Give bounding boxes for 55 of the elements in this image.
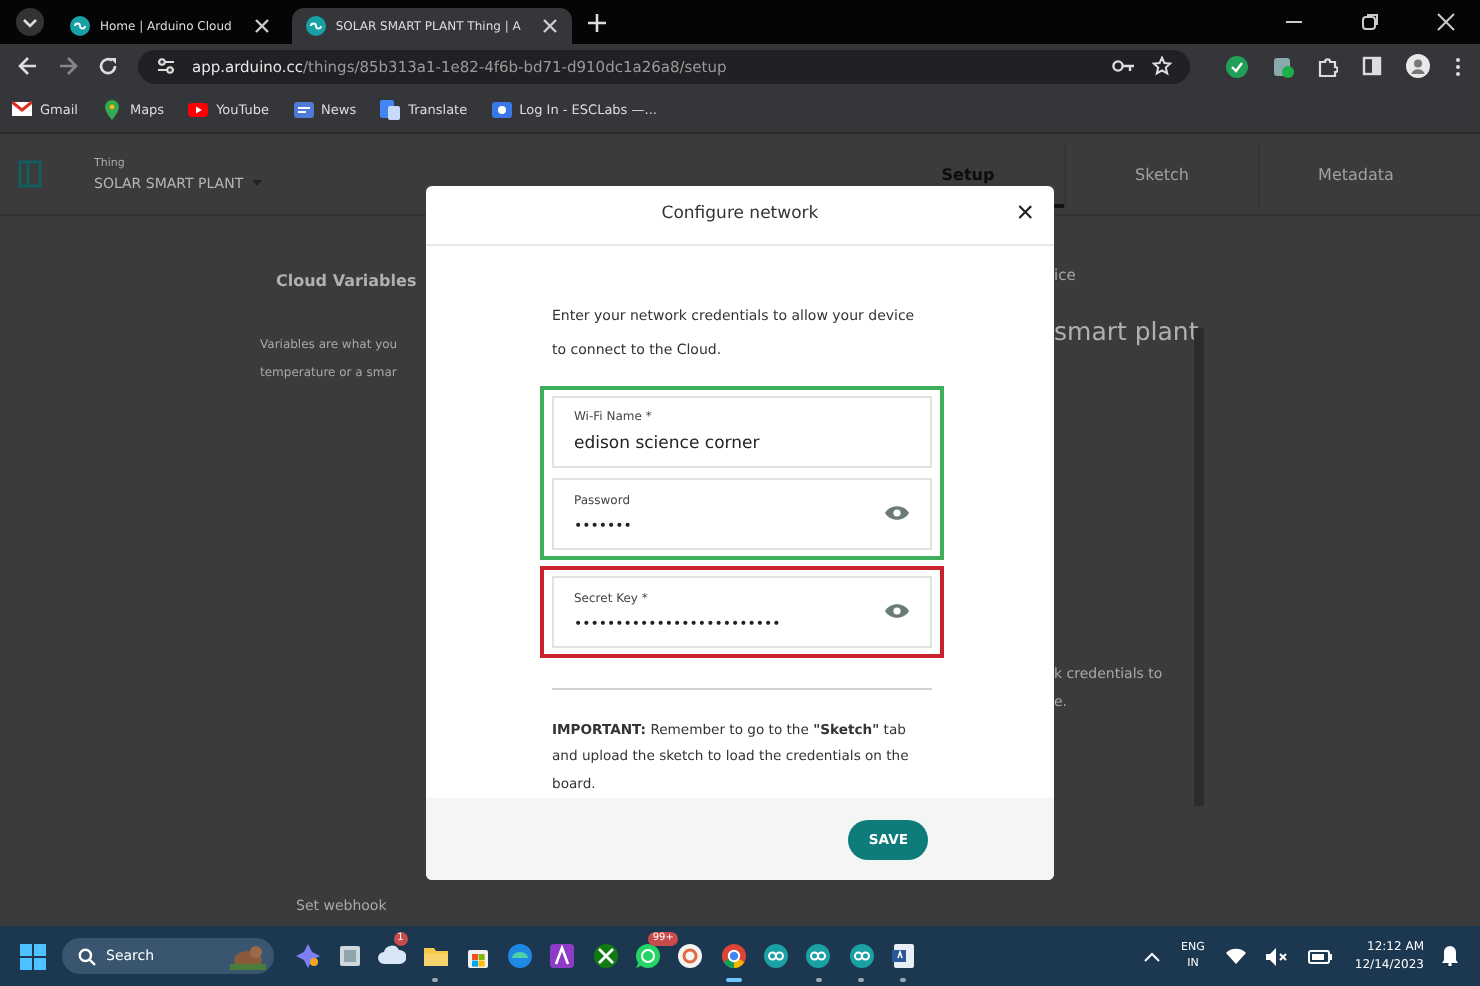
xbox-icon[interactable] (591, 942, 620, 970)
close-icon[interactable] (253, 18, 270, 34)
restore-icon[interactable] (1360, 12, 1380, 32)
section-heading: Cloud Variables (276, 272, 419, 290)
speaker-muted-icon[interactable] (1266, 947, 1289, 965)
extension-icon[interactable] (1226, 55, 1248, 77)
eye-icon[interactable] (884, 504, 910, 523)
back-icon[interactable] (18, 56, 38, 76)
close-icon[interactable] (1436, 12, 1456, 32)
site-settings-icon[interactable] (156, 56, 176, 76)
search-icon (78, 947, 96, 965)
bookmark-icon (491, 100, 512, 120)
letter-app-icon[interactable] (548, 942, 577, 970)
circle-app-icon[interactable] (676, 942, 705, 970)
bookmark-icon (12, 100, 32, 120)
sparkle-icon[interactable] (293, 942, 322, 970)
chevron-up-icon[interactable] (1143, 951, 1160, 961)
reload-icon[interactable] (98, 56, 118, 76)
infinity-icon[interactable] (847, 942, 875, 970)
folder-icon[interactable] (421, 942, 450, 970)
bookmark-icon (101, 100, 122, 120)
infinity-icon[interactable] (761, 942, 790, 970)
star-icon[interactable] (1152, 56, 1172, 76)
document-icon[interactable] (889, 942, 918, 970)
infinity-icon[interactable] (804, 942, 833, 970)
site-icon (305, 16, 326, 36)
wifi-icon[interactable] (1226, 948, 1247, 964)
cloud-icon[interactable] (378, 942, 407, 970)
dialog-title: Configure network (661, 204, 819, 225)
device-name: smart plant (1054, 316, 1194, 346)
puzzle-icon[interactable] (1318, 55, 1338, 77)
bookmark-icon (380, 100, 401, 120)
key-icon[interactable] (1112, 58, 1136, 74)
bookmark-icon (293, 100, 314, 120)
window-icon[interactable] (335, 942, 364, 970)
side-panel-icon[interactable] (1362, 56, 1382, 76)
bookmark-icon (188, 100, 209, 120)
field-value: edison science corner (574, 433, 762, 454)
start-icon[interactable] (20, 943, 46, 969)
tab[interactable]: Metadata (1258, 141, 1452, 207)
chrome-icon[interactable] (719, 942, 748, 970)
tab[interactable]: Sketch (1064, 141, 1258, 207)
forward-icon[interactable] (58, 56, 78, 76)
extension-icon[interactable] (1272, 55, 1294, 77)
more-icon[interactable] (1454, 55, 1462, 77)
eye-icon[interactable] (884, 602, 910, 621)
battery-icon[interactable] (1308, 949, 1333, 963)
bell-icon[interactable] (1442, 946, 1458, 966)
chat-icon[interactable] (634, 942, 663, 970)
close-icon[interactable] (542, 18, 559, 34)
site-icon (70, 16, 90, 36)
avatar-icon[interactable] (1406, 54, 1430, 78)
swirl-icon[interactable] (506, 942, 535, 970)
tab-list-icon[interactable] (16, 8, 44, 36)
new-tab-icon[interactable] (588, 13, 607, 31)
